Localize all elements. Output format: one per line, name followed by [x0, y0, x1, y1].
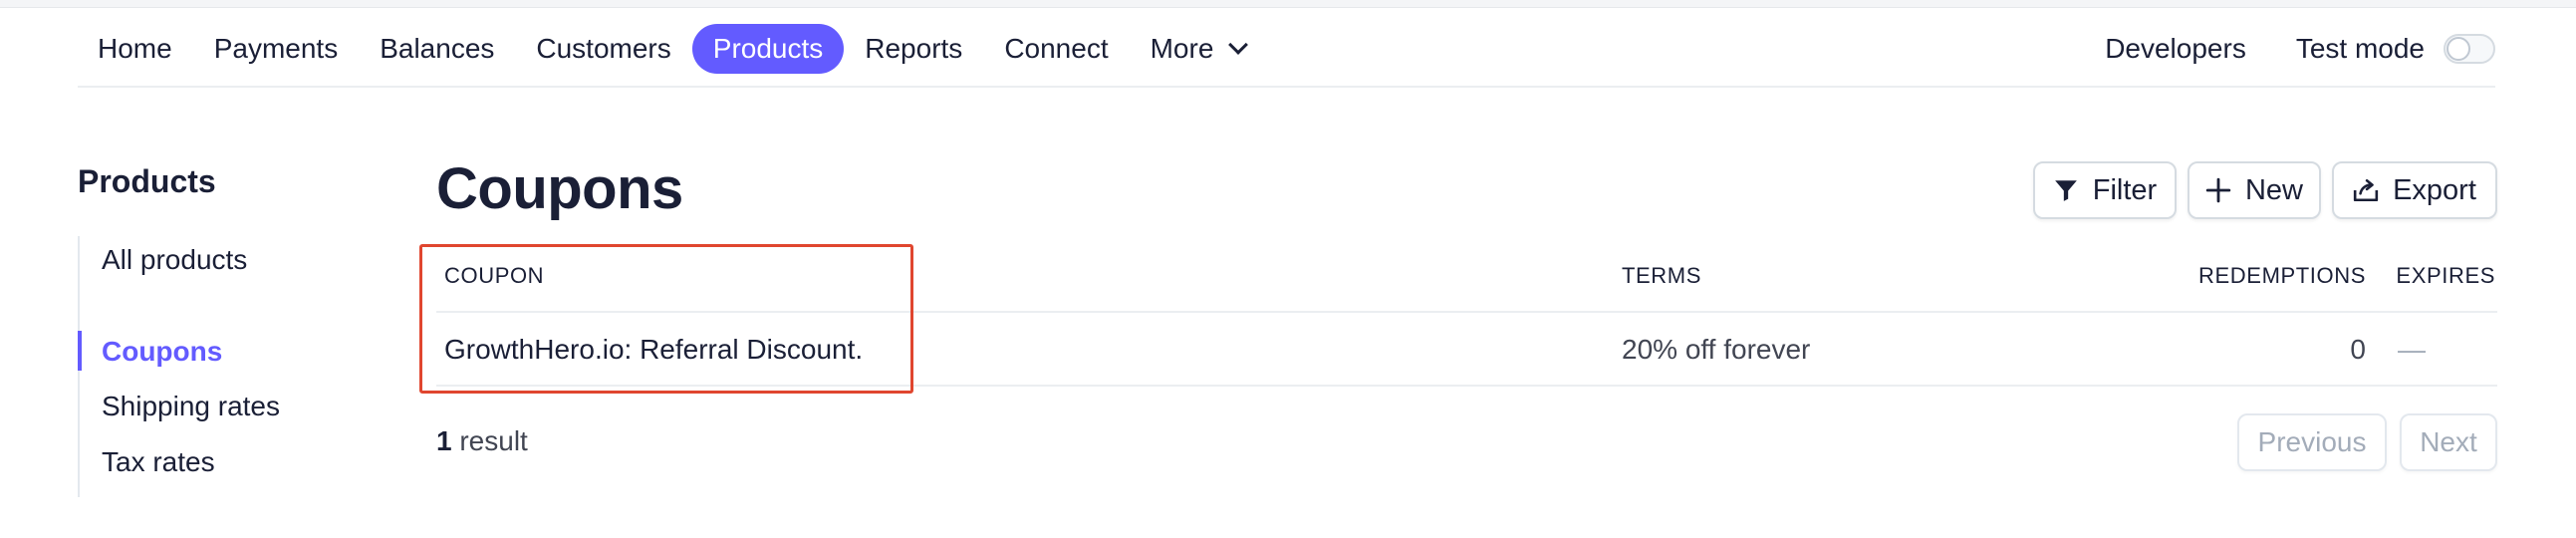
table-row[interactable]: GrowthHero.io: Referral Discount. 20% of… — [436, 313, 2497, 385]
new-coupon-button[interactable]: New — [2188, 161, 2321, 219]
chevron-down-icon — [1228, 35, 1249, 55]
table-row-divider — [436, 385, 2497, 387]
sidebar-item-coupons[interactable]: Coupons — [102, 336, 222, 368]
column-header-terms[interactable]: TERMS — [1622, 263, 1701, 289]
export-button[interactable]: Export — [2332, 161, 2497, 219]
nav-item-balances[interactable]: Balances — [359, 24, 515, 74]
coupon-redemptions-cell: 0 — [2350, 334, 2366, 365]
nav-item-home[interactable]: Home — [78, 24, 193, 74]
secondary-nav: Developers Test mode — [2080, 24, 2495, 74]
result-count: 1 result — [436, 425, 528, 457]
column-header-coupon[interactable]: COUPON — [444, 263, 544, 289]
sidebar-active-marker — [78, 331, 82, 371]
result-count-number: 1 — [436, 425, 452, 456]
top-navigation: Home Payments Balances Customers Product… — [78, 18, 2495, 88]
next-page-button[interactable]: Next — [2400, 413, 2497, 471]
sidebar-item-tax-rates[interactable]: Tax rates — [102, 446, 215, 478]
coupon-expires-cell: — — [2398, 334, 2426, 365]
column-header-redemptions[interactable]: REDEMPTIONS — [2198, 263, 2366, 289]
sidebar-item-shipping-rates[interactable]: Shipping rates — [102, 391, 280, 422]
nav-item-more[interactable]: More — [1130, 24, 1267, 74]
filter-button-label: Filter — [2092, 173, 2158, 206]
export-button-label: Export — [2393, 173, 2476, 206]
browser-top-strip — [0, 0, 2576, 8]
nav-item-payments[interactable]: Payments — [193, 24, 360, 74]
filter-icon — [2054, 180, 2077, 201]
filter-button[interactable]: Filter — [2033, 161, 2177, 219]
primary-nav: Home Payments Balances Customers Product… — [78, 24, 1266, 74]
nav-item-connect[interactable]: Connect — [983, 24, 1129, 74]
sidebar-title: Products — [78, 163, 216, 199]
nav-item-developers[interactable]: Developers — [2080, 24, 2271, 74]
sidebar-item-all-products[interactable]: All products — [102, 244, 247, 276]
nav-more-label: More — [1150, 33, 1214, 64]
plus-icon — [2205, 177, 2231, 203]
toggle-knob — [2447, 37, 2470, 61]
nav-item-customers[interactable]: Customers — [515, 24, 691, 74]
coupon-terms-cell: 20% off forever — [1622, 334, 1811, 365]
test-mode-label: Test mode — [2295, 33, 2425, 64]
coupon-name-cell[interactable]: GrowthHero.io: Referral Discount. — [444, 334, 863, 366]
nav-item-products[interactable]: Products — [691, 24, 845, 74]
previous-page-button[interactable]: Previous — [2237, 413, 2387, 471]
test-mode-toggle[interactable] — [2444, 34, 2495, 64]
column-header-expires[interactable]: EXPIRES — [2396, 263, 2495, 289]
new-button-label: New — [2244, 173, 2303, 206]
sidebar-nav: All products Coupons Shipping rates Tax … — [78, 236, 337, 497]
result-count-suffix: result — [451, 425, 528, 456]
page-title: Coupons — [436, 156, 683, 221]
nav-item-reports[interactable]: Reports — [844, 24, 983, 74]
export-icon — [2353, 178, 2379, 202]
